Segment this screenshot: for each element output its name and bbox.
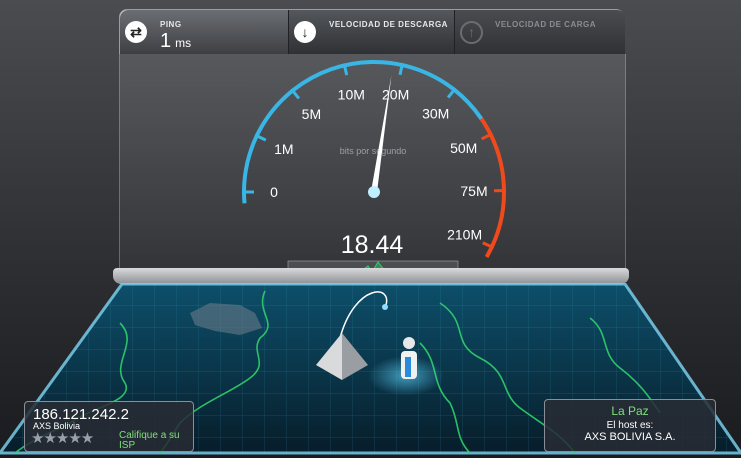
rating-stars[interactable]: ★★★★★ <box>31 429 94 447</box>
speed-reading: 18.44 <box>341 231 404 259</box>
gauge-tick-label: 10M <box>338 87 365 103</box>
gauge-tick-label: 50M <box>450 140 477 156</box>
gauge-arc <box>242 60 484 204</box>
gauge-tick-label: 75M <box>460 183 487 199</box>
gauge-tick-label: 20M <box>382 86 409 102</box>
panel-base <box>113 268 629 284</box>
host-name: AXS BOLIVIA S.A. <box>584 431 676 443</box>
gauge-hub <box>368 186 380 198</box>
speed-gauge: 0 1M 5M 10M 20M 30M 50M 75M 210M bits por segund… <box>242 60 507 286</box>
client-info-box: 186.121.242.2 AXS Bolivia ★★★★★ Califiqu… <box>24 401 194 452</box>
gauge-tick-label: 210M <box>447 226 482 242</box>
gauge-subtitle: bits por segundo <box>340 146 407 156</box>
gauge-tick-label: 5M <box>302 106 321 122</box>
arc-endpoint <box>382 304 388 310</box>
gauge-tick-label: 1M <box>274 141 293 157</box>
gauge-tick-label: 0 <box>270 184 278 200</box>
speedtest-app: ⇄ PING 1 ms ↓ VELOCIDAD DE DESCARGA ↑ VEL… <box>0 0 741 458</box>
rate-isp-link[interactable]: Califique a su ISP <box>119 431 191 451</box>
gauge-tick-label: 30M <box>422 105 449 121</box>
server-info-box: La Paz El host es: AXS BOLIVIA S.A. <box>544 399 716 452</box>
server-city[interactable]: La Paz <box>545 404 715 418</box>
host-label: El host es: <box>606 420 654 431</box>
user-figure-icon <box>401 337 417 379</box>
